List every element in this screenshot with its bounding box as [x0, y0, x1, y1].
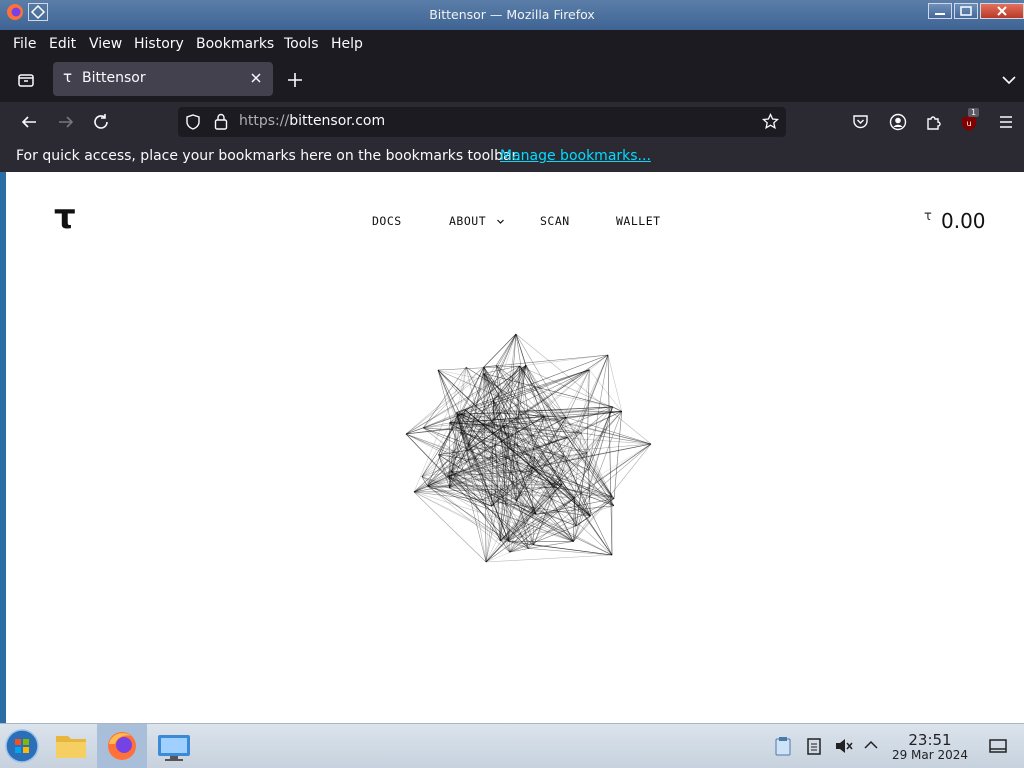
- system-settings-icon[interactable]: [149, 724, 199, 768]
- mesh-edge: [483, 354, 609, 368]
- clock-date: 29 Mar 2024: [891, 748, 969, 762]
- mesh-edge: [413, 491, 487, 563]
- lock-icon[interactable]: [213, 113, 229, 130]
- menu-file[interactable]: File: [13, 36, 36, 52]
- volume-muted-icon[interactable]: [834, 737, 854, 755]
- new-tab-icon[interactable]: [286, 71, 304, 89]
- menu-view[interactable]: View: [89, 36, 122, 52]
- tab-overview-icon[interactable]: [16, 70, 36, 90]
- hamburger-menu-icon[interactable]: [997, 114, 1015, 130]
- firefox-taskbar-icon[interactable]: [97, 724, 147, 768]
- site-logo[interactable]: τ: [54, 200, 76, 234]
- extensions-puzzle-icon[interactable]: [925, 113, 943, 131]
- tray-expand-chevron-icon[interactable]: [863, 739, 879, 751]
- nav-about[interactable]: ABOUT: [449, 214, 505, 228]
- nav-docs[interactable]: DOCS: [372, 214, 402, 228]
- maximize-button[interactable]: [954, 3, 978, 19]
- window-title: Bittensor — Mozilla Firefox: [429, 7, 595, 22]
- notes-tray-icon[interactable]: [805, 736, 823, 756]
- taskbar: 23:51 29 Mar 2024: [0, 723, 1024, 768]
- mesh-edge: [485, 554, 613, 563]
- nav-wallet[interactable]: WALLET: [616, 214, 661, 228]
- bookmarks-toolbar: For quick access, place your bookmarks h…: [0, 142, 1024, 172]
- clipboard-tray-icon[interactable]: [774, 736, 792, 756]
- mesh-edge: [525, 365, 568, 438]
- mesh-edge: [588, 406, 613, 470]
- page-content: τ DOCS ABOUT SCAN WALLET τ 0.00: [6, 172, 1024, 723]
- tab-favicon: τ: [63, 68, 73, 86]
- nav-scan[interactable]: SCAN: [540, 214, 570, 228]
- balance-amount: 0.00: [941, 209, 986, 233]
- bookmark-star-icon[interactable]: [762, 113, 779, 130]
- forward-icon[interactable]: [57, 113, 75, 131]
- system-clock[interactable]: 23:51 29 Mar 2024: [888, 732, 972, 762]
- balance-symbol: τ: [924, 209, 932, 224]
- menu-edit[interactable]: Edit: [49, 36, 76, 52]
- close-window-button[interactable]: [980, 3, 1024, 19]
- mesh-edge: [607, 354, 613, 556]
- start-menu-button[interactable]: [0, 724, 50, 768]
- manage-bookmarks-link[interactable]: Manage bookmarks...: [500, 148, 651, 164]
- menu-history[interactable]: History: [134, 36, 184, 52]
- tab-bar: τ Bittensor: [0, 58, 1024, 102]
- ublock-origin-icon[interactable]: u 1: [960, 108, 984, 133]
- url-text[interactable]: https://bittensor.com: [239, 113, 385, 129]
- menu-bar: File Edit View History Bookmarks Tools H…: [0, 30, 1024, 58]
- menu-tools[interactable]: Tools: [284, 36, 319, 52]
- file-manager-folder-icon[interactable]: [46, 724, 96, 768]
- tab-label: Bittensor: [82, 70, 146, 86]
- menu-bookmarks[interactable]: Bookmarks: [196, 36, 274, 52]
- minimize-button[interactable]: [928, 3, 952, 19]
- svg-text:u: u: [966, 119, 971, 128]
- show-desktop-icon[interactable]: [988, 738, 1008, 754]
- list-all-tabs-icon[interactable]: [1001, 72, 1017, 88]
- mesh-edge: [437, 365, 520, 371]
- account-icon[interactable]: [889, 113, 907, 131]
- chevron-down-icon: [496, 219, 504, 224]
- url-bar[interactable]: https://bittensor.com: [178, 107, 786, 137]
- back-icon[interactable]: [20, 113, 38, 131]
- reload-icon[interactable]: [92, 113, 110, 131]
- clock-time: 23:51: [908, 731, 952, 749]
- close-tab-icon[interactable]: [249, 71, 263, 85]
- navigation-bar: https://bittensor.com u 1: [0, 102, 1024, 142]
- mesh-edge: [496, 333, 517, 366]
- ublock-badge: 1: [968, 108, 980, 117]
- menu-help[interactable]: Help: [331, 36, 363, 52]
- bookmarks-empty-message: For quick access, place your bookmarks h…: [16, 148, 521, 164]
- tab-bittensor[interactable]: τ Bittensor: [53, 62, 273, 96]
- mesh-edge: [515, 333, 527, 366]
- window-titlebar[interactable]: Bittensor — Mozilla Firefox: [0, 0, 1024, 30]
- tracking-protection-shield-icon[interactable]: [185, 114, 201, 130]
- network-graph-visual: [386, 322, 676, 582]
- pocket-icon[interactable]: [852, 114, 869, 130]
